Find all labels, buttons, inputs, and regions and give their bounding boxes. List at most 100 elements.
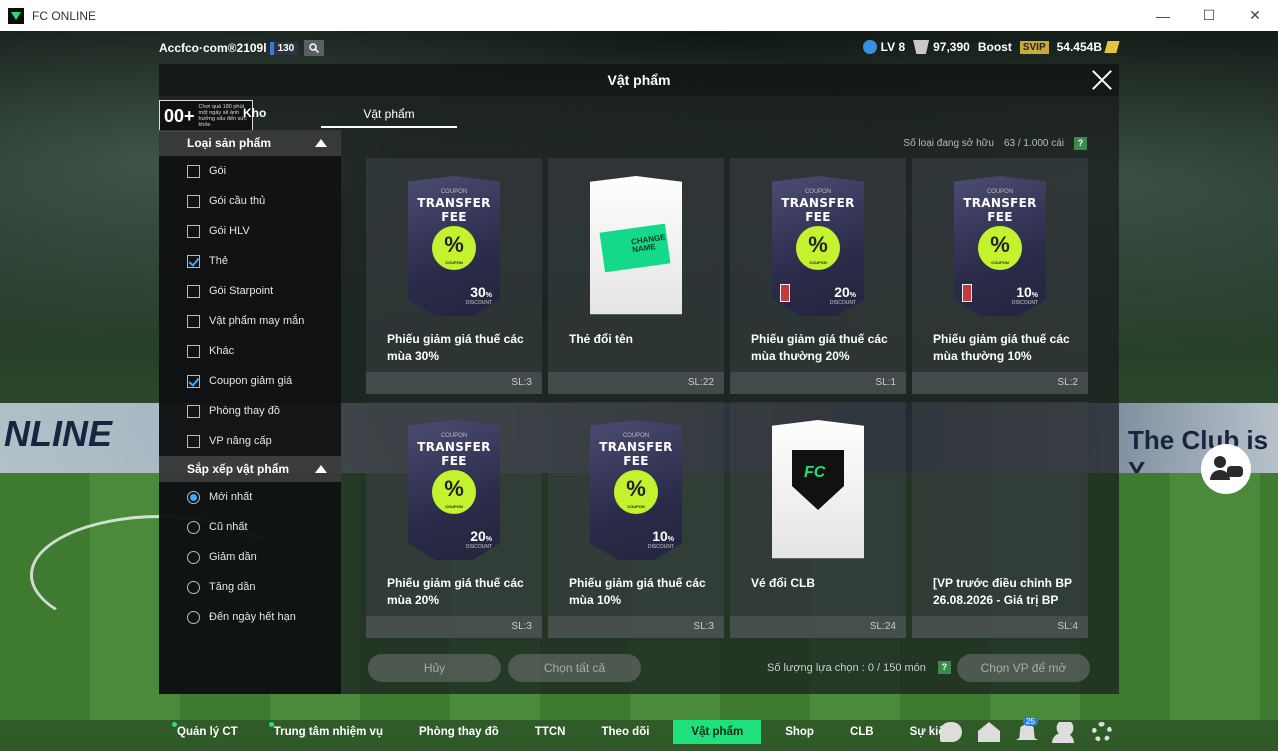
item-quantity: SL:24 <box>730 616 906 638</box>
checkbox[interactable] <box>187 164 200 178</box>
item-card[interactable]: COUPON TRANSFER FEE% COUPON 20% DISCOUNT Phiế… <box>366 402 542 638</box>
item-grid: COUPON TRANSFER FEE% COUPON 30% DISCOUNT Phiế… <box>366 158 1090 638</box>
open-items-button[interactable]: Chọn VP để mở <box>957 654 1090 682</box>
coupon-title: TRANSFER FEE <box>417 196 491 224</box>
item-card[interactable]: COUPON TRANSFER FEE% COUPON 10% DISCOUNT Phiế… <box>548 402 724 638</box>
rename-card-image: CHANGE NAME <box>590 176 682 315</box>
close-icon[interactable] <box>1091 69 1113 91</box>
radio-button[interactable] <box>187 520 200 534</box>
nav-item-label: Shop <box>785 726 814 738</box>
nav-item-4[interactable]: Theo dõi <box>584 720 668 744</box>
cancel-button[interactable]: Hủy <box>368 654 501 682</box>
search-icon[interactable] <box>304 40 325 56</box>
product-type-title: Loại sản phẩm <box>187 136 272 150</box>
checkbox[interactable] <box>187 434 200 448</box>
item-name: Vé đổi CLB <box>751 576 816 590</box>
filter-option[interactable]: Gói cầu thủ <box>159 186 341 216</box>
radio-button[interactable] <box>187 610 200 624</box>
nav-item-3[interactable]: TTCN <box>517 720 584 744</box>
filter-option[interactable]: Vật phẩm may mắn <box>159 306 341 336</box>
help-icon[interactable]: ? <box>1074 137 1087 150</box>
coupon-card-image: COUPON TRANSFER FEE% COUPON 10% DISCOUNT <box>954 176 1046 316</box>
filter-option-label: Gói cầu thủ <box>209 195 266 207</box>
coupon-discount-label: DISCOUNT <box>1011 300 1038 306</box>
radio-button[interactable] <box>187 490 200 504</box>
restricted-icon <box>780 284 790 302</box>
restricted-icon <box>962 284 972 302</box>
filter-option[interactable]: Coupon giảm giá <box>159 366 341 396</box>
checkbox[interactable] <box>187 344 200 358</box>
sort-option[interactable]: Cũ nhất <box>159 512 341 542</box>
coupon-percent-value: 20 <box>834 284 850 300</box>
rename-ticket: CHANGE NAME <box>599 223 671 273</box>
checkbox[interactable] <box>187 284 200 298</box>
filter-option[interactable]: Gói Starpoint <box>159 276 341 306</box>
checkbox[interactable] <box>187 224 200 238</box>
help-icon[interactable]: ? <box>937 661 951 674</box>
nav-item-5[interactable]: Vật phẩm <box>673 720 762 744</box>
notification-dot <box>268 722 274 727</box>
item-card[interactable]: COUPON TRANSFER FEE% COUPON 30% DISCOUNT Phiế… <box>366 158 542 394</box>
checkbox[interactable] <box>187 374 200 388</box>
filter-option[interactable]: Gói HLV <box>159 216 341 246</box>
badge-symbol: % <box>444 476 464 501</box>
nav-item-label: Quản lý CT <box>177 726 238 738</box>
sort-option[interactable]: Đến ngày hết hạn <box>159 602 341 632</box>
nav-item-7[interactable]: CLB <box>832 720 892 744</box>
select-all-button[interactable]: Chọn tất cả <box>508 654 641 682</box>
coupon-percent: 10% <box>1016 284 1038 300</box>
discount-badge: % COUPON <box>432 470 476 514</box>
sort-header[interactable]: Sắp xếp vật phẩm <box>159 456 341 482</box>
maximize-button[interactable]: ☐ <box>1186 0 1232 31</box>
coupon-percent: 20% <box>470 528 492 544</box>
checkbox[interactable] <box>187 254 200 268</box>
coupon-title: TRANSFER FEE <box>417 440 491 468</box>
sort-option-label: Tăng dần <box>209 581 256 593</box>
sort-option[interactable]: Giảm dần <box>159 542 341 572</box>
support-chat-button[interactable] <box>1201 444 1251 494</box>
close-window-button[interactable]: ✕ <box>1232 0 1278 31</box>
chat-icon[interactable] <box>940 722 962 742</box>
nav-item-6[interactable]: Shop <box>767 720 832 744</box>
filter-option[interactable]: Phòng thay đồ <box>159 396 341 426</box>
coupon-title: TRANSFER FEE <box>599 440 673 468</box>
item-card[interactable]: Vé đổi CLB SL:24 <box>730 402 906 638</box>
item-card[interactable]: COUPON TRANSFER FEE% COUPON 10% DISCOUNT Phiế… <box>912 158 1088 394</box>
coupon-small-label: COUPON <box>986 189 1014 195</box>
discount-badge: % COUPON <box>614 470 658 514</box>
radio-button[interactable] <box>187 550 200 564</box>
coupon-percent-value: 10 <box>1016 284 1032 300</box>
nav-item-1[interactable]: Trung tâm nhiệm vụ <box>256 720 401 744</box>
filter-option[interactable]: Thẻ <box>159 246 341 276</box>
tab-storage[interactable]: Kho <box>243 106 266 120</box>
filter-option-label: Gói HLV <box>209 225 250 237</box>
minimize-button[interactable]: — <box>1140 0 1186 31</box>
coupon-card-image: COUPON TRANSFER FEE% COUPON 20% DISCOUNT <box>772 176 864 316</box>
tab-items[interactable]: Vật phẩm <box>321 102 457 128</box>
home-icon[interactable] <box>978 722 1000 742</box>
filter-option[interactable]: VP nâng cấp <box>159 426 341 456</box>
nav-item-2[interactable]: Phòng thay đồ <box>401 720 517 744</box>
rename-ticket-text: CHANGE NAME <box>630 232 667 255</box>
sort-option[interactable]: Mới nhất <box>159 482 341 512</box>
coupon-percent: 20% <box>834 284 856 300</box>
coupon-percent: 30% <box>470 284 492 300</box>
collapse-icon[interactable] <box>315 465 327 473</box>
collapse-icon[interactable] <box>315 139 327 147</box>
nav-item-label: Vật phẩm <box>691 726 744 738</box>
checkbox[interactable] <box>187 314 200 328</box>
filter-option[interactable]: Khác <box>159 336 341 366</box>
item-card[interactable]: CHANGE NAME Thẻ đổi tên SL:22 <box>548 158 724 394</box>
sort-option[interactable]: Tăng dần <box>159 572 341 602</box>
product-type-header[interactable]: Loại sản phẩm <box>159 130 341 156</box>
nav-item-0[interactable]: Quản lý CT <box>159 720 256 744</box>
radio-button[interactable] <box>187 580 200 594</box>
item-card[interactable]: COUPON TRANSFER FEE% COUPON 20% DISCOUNT Phiế… <box>730 158 906 394</box>
checkbox[interactable] <box>187 194 200 208</box>
sort-option-label: Đến ngày hết hạn <box>209 611 296 623</box>
filter-option[interactable]: Gói <box>159 156 341 186</box>
coin-amount: 54.454B <box>1056 40 1102 54</box>
checkbox[interactable] <box>187 404 200 418</box>
item-card[interactable]: [VP trước điều chỉnh BP 26.08.2026 - Giá… <box>912 402 1088 638</box>
settings-gear-icon[interactable] <box>1092 722 1112 742</box>
